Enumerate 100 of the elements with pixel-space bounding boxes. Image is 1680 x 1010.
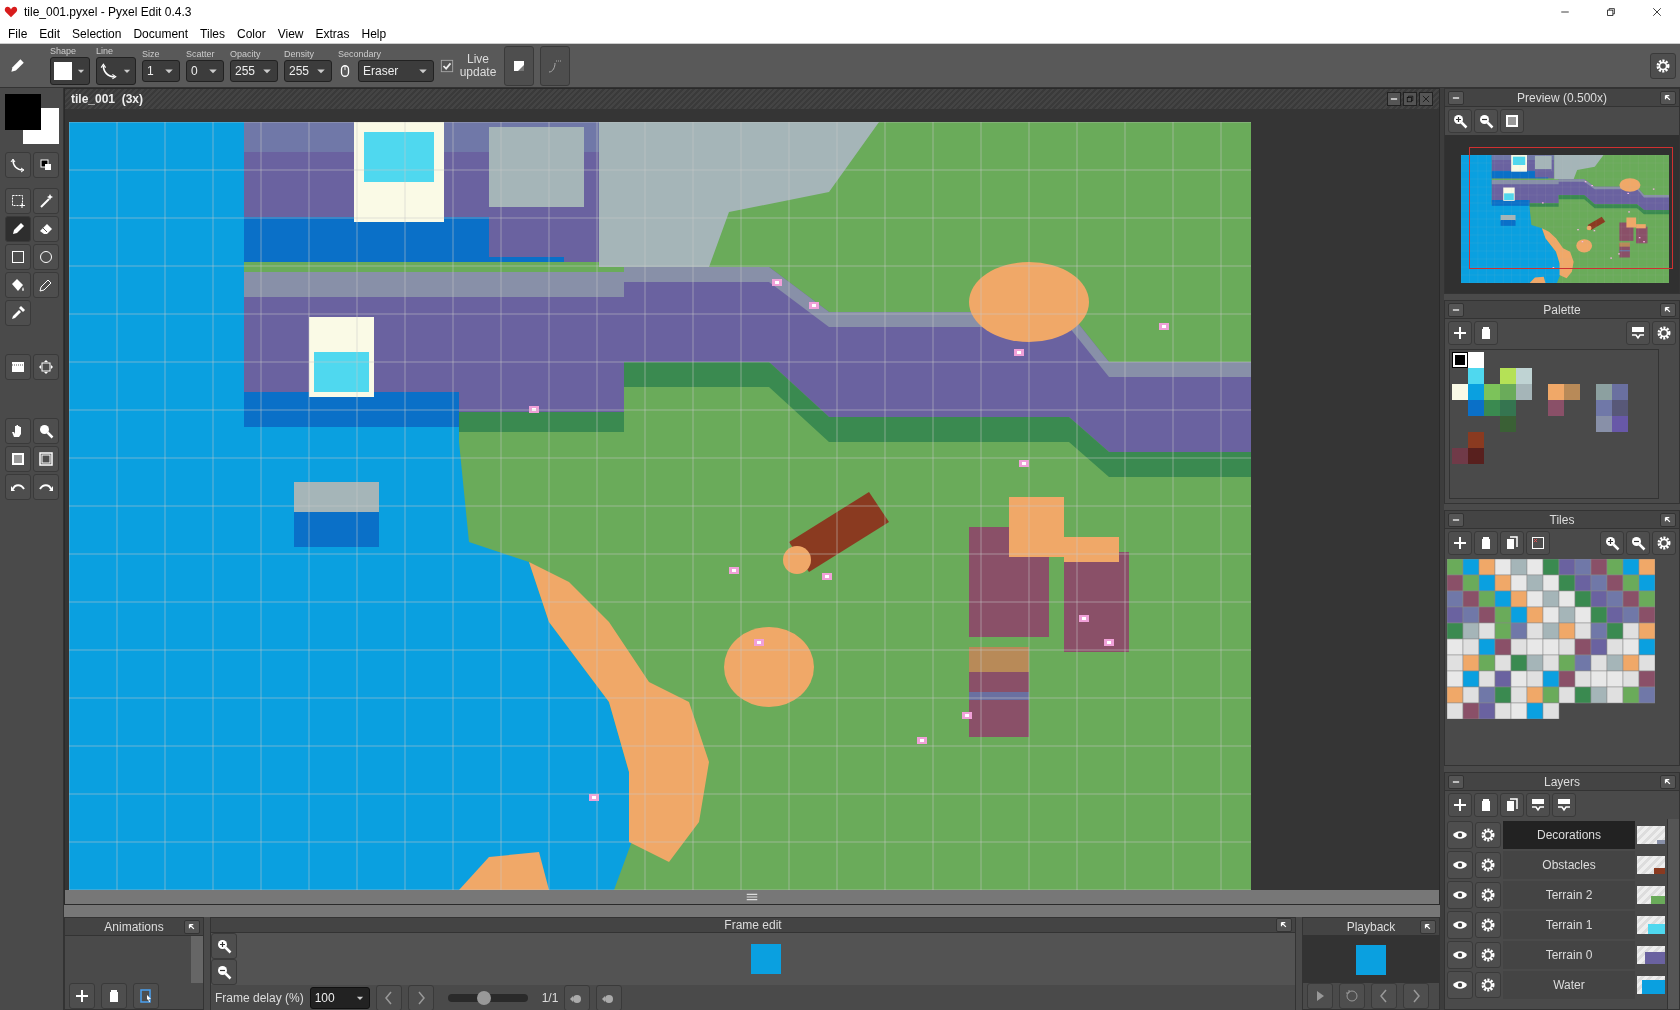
next-button[interactable] [407, 985, 434, 1010]
scrollbar[interactable] [1667, 819, 1679, 1009]
layer-item[interactable]: Decorations [1503, 821, 1635, 849]
color-swatch[interactable] [1564, 384, 1580, 400]
menu-item[interactable]: Edit [33, 26, 67, 41]
previous-button[interactable] [1371, 983, 1397, 1009]
color-swatch[interactable] [1468, 400, 1484, 416]
layer-item[interactable]: Obstacles [1503, 851, 1635, 879]
tileset-drawing[interactable] [1447, 559, 1655, 719]
color-swatch[interactable] [1500, 416, 1516, 432]
delete-button[interactable] [1474, 321, 1498, 345]
tool-button[interactable] [4, 152, 31, 178]
color-swatch[interactable] [1452, 384, 1468, 400]
delete-button[interactable] [101, 983, 127, 1009]
color-swatch[interactable] [1612, 384, 1628, 400]
dropdown[interactable]: Eraser [358, 60, 434, 82]
add-button[interactable] [1448, 321, 1472, 345]
onion-skin-button[interactable] [564, 985, 591, 1010]
scrollbar[interactable] [191, 936, 203, 983]
tool-button[interactable] [32, 188, 59, 214]
tool-button[interactable] [4, 474, 31, 500]
visibility-toggle[interactable] [1447, 971, 1473, 999]
color-swatch[interactable] [1468, 352, 1484, 368]
color-swatch[interactable] [1548, 400, 1564, 416]
layer-settings-button[interactable] [1475, 822, 1501, 848]
add-button[interactable] [1448, 793, 1472, 817]
zoom-out-button[interactable] [211, 959, 237, 985]
popout-button[interactable] [1660, 90, 1676, 105]
dropdown[interactable]: 255 [284, 60, 332, 82]
collapse-button[interactable] [1448, 774, 1464, 789]
add-button[interactable] [69, 983, 95, 1009]
color-swatch[interactable] [1468, 432, 1484, 448]
menu-item[interactable]: View [271, 26, 310, 41]
menu-item[interactable]: Document [127, 26, 195, 41]
color-swatch[interactable] [1500, 384, 1516, 400]
previous-button[interactable] [375, 985, 402, 1010]
tool-button[interactable] [32, 446, 59, 472]
tool-button[interactable] [4, 418, 31, 444]
popout-button[interactable] [1660, 302, 1676, 317]
toolbar-button[interactable] [504, 45, 534, 86]
color-swatch[interactable] [1452, 352, 1468, 368]
color-swatch[interactable] [1548, 384, 1564, 400]
tool-button[interactable] [4, 354, 31, 380]
tool-button[interactable] [32, 244, 59, 270]
popout-button[interactable] [1660, 512, 1676, 527]
tool-button[interactable] [32, 272, 59, 298]
live-update-checkbox[interactable]: Live update [440, 52, 498, 79]
collapse-button[interactable] [1448, 90, 1464, 105]
tool-button[interactable] [4, 216, 31, 242]
layer-settings-button[interactable] [1475, 912, 1501, 938]
color-swatch[interactable] [1468, 384, 1484, 400]
collapse-button[interactable] [1448, 302, 1464, 317]
menu-item[interactable]: Color [231, 26, 272, 41]
layer-item[interactable]: Terrain 1 [1503, 911, 1635, 939]
checker-button[interactable] [1500, 109, 1524, 133]
zoom-in-button[interactable] [211, 933, 237, 959]
menu-item[interactable]: File [2, 26, 34, 41]
slider-thumb[interactable] [476, 991, 491, 1005]
loop-button[interactable] [1339, 983, 1365, 1009]
dropdown[interactable]: 0 [186, 60, 224, 82]
delete-button[interactable] [1474, 793, 1498, 817]
copy-button[interactable] [1500, 531, 1524, 555]
collapse-button[interactable] [1448, 512, 1464, 527]
line-dropdown[interactable] [96, 57, 136, 85]
next-button[interactable] [1403, 983, 1429, 1009]
menu-item[interactable]: Help [355, 26, 393, 41]
frame-slider[interactable] [447, 994, 528, 1002]
frame-thumbnail[interactable] [751, 944, 781, 974]
play-button[interactable] [1307, 983, 1333, 1009]
frame-delay-field[interactable]: 100 [309, 987, 370, 1009]
color-swatch[interactable] [1484, 384, 1500, 400]
visibility-toggle[interactable] [1447, 881, 1473, 909]
clear-button[interactable] [1526, 531, 1550, 555]
tool-button[interactable] [4, 300, 31, 326]
primary-color[interactable] [4, 94, 41, 130]
settings-button[interactable] [1652, 531, 1676, 555]
tool-button[interactable] [4, 244, 31, 270]
layer-settings-button[interactable] [1475, 972, 1501, 998]
color-swatch[interactable] [1484, 400, 1500, 416]
color-swatch[interactable] [1612, 416, 1628, 432]
delete-button[interactable] [1474, 531, 1498, 555]
secondary-color[interactable] [22, 108, 59, 144]
visibility-toggle[interactable] [1447, 851, 1473, 879]
visibility-toggle[interactable] [1447, 941, 1473, 969]
shape-dropdown[interactable] [50, 57, 90, 85]
color-swatch[interactable] [1596, 400, 1612, 416]
color-swatch[interactable] [1516, 384, 1532, 400]
tool-button[interactable] [32, 216, 59, 242]
viewport-frame[interactable] [1469, 147, 1673, 269]
color-swatch[interactable] [1596, 384, 1612, 400]
color-swatch[interactable] [1500, 368, 1516, 384]
layer-item[interactable]: Water [1503, 971, 1635, 999]
layer-item[interactable]: Terrain 2 [1503, 881, 1635, 909]
popout-button[interactable] [1276, 918, 1292, 932]
color-swatch[interactable] [1596, 416, 1612, 432]
menu-item[interactable]: Selection [66, 26, 128, 41]
palette-button[interactable] [1626, 321, 1650, 345]
dropdown[interactable]: 255 [230, 60, 278, 82]
merge-button[interactable] [1526, 793, 1550, 817]
visibility-toggle[interactable] [1447, 821, 1473, 849]
